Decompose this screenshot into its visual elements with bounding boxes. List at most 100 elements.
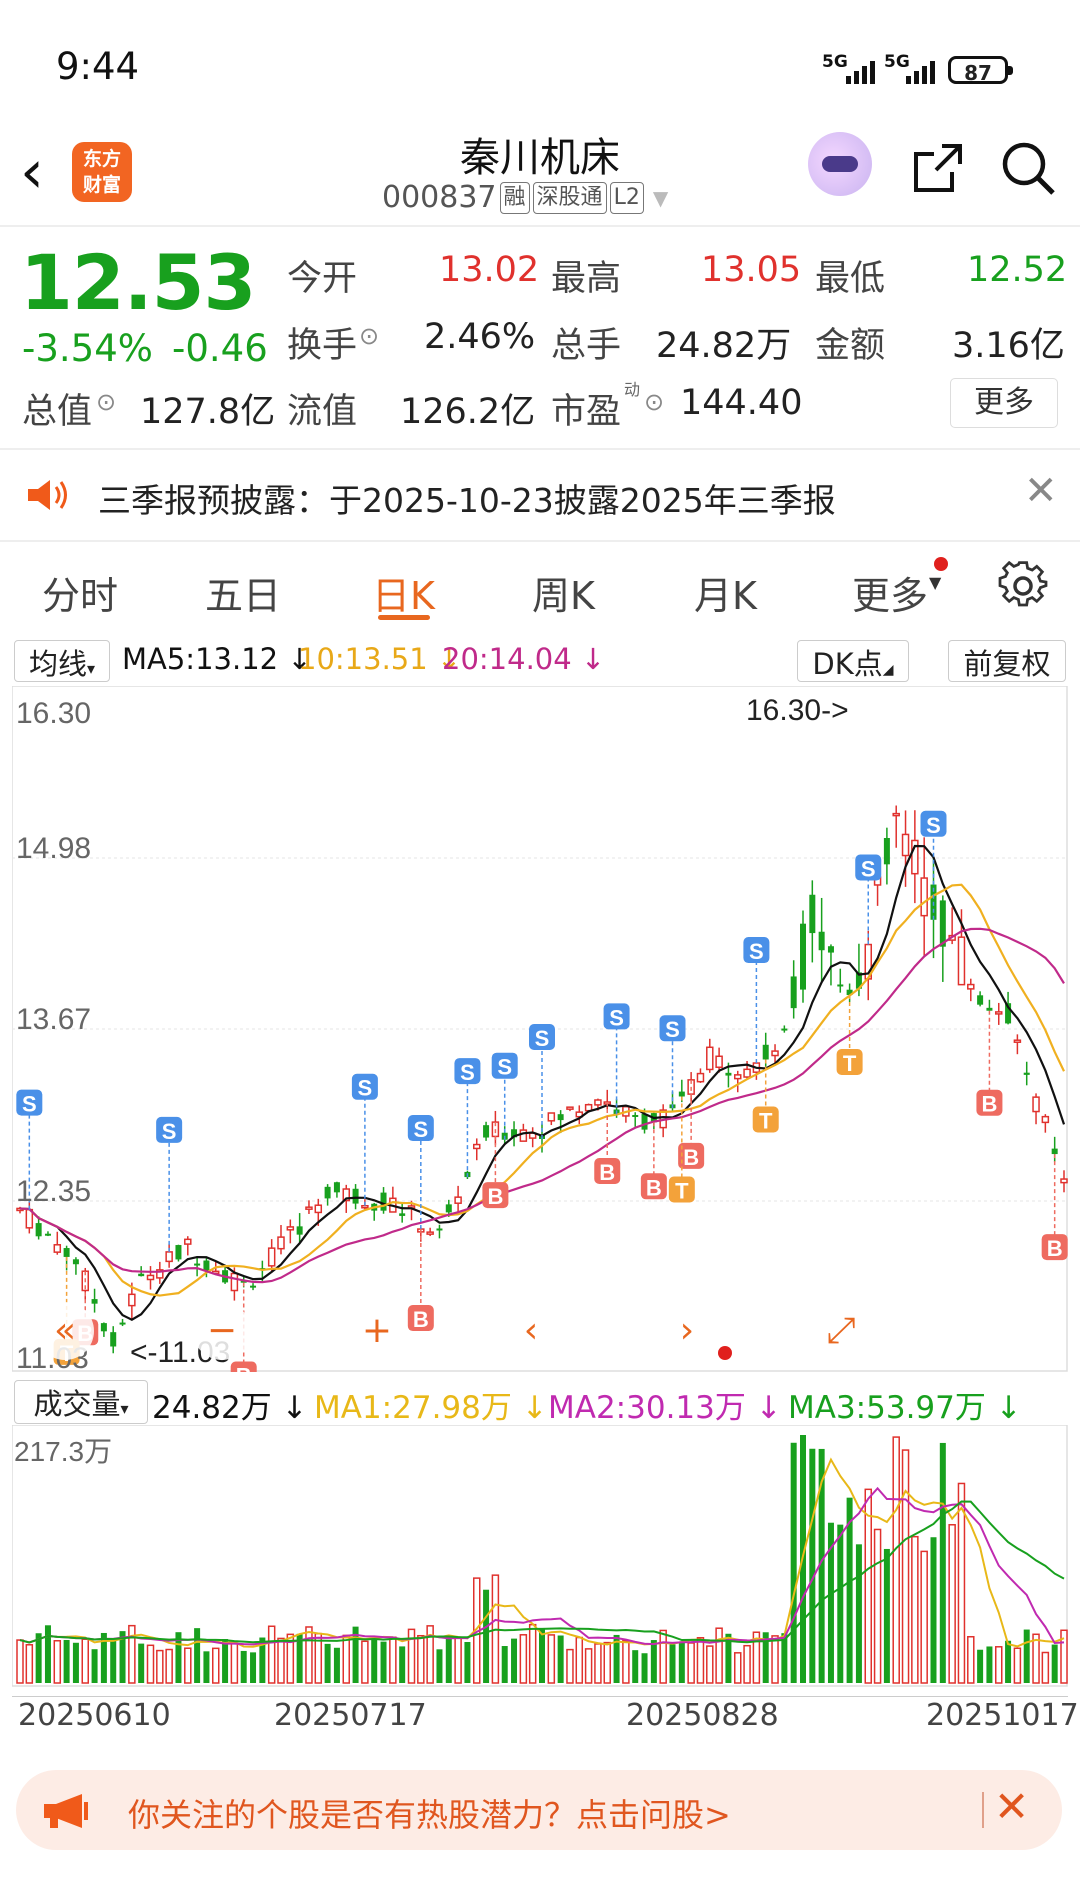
volume-select-label: 成交量 — [33, 1387, 121, 1421]
volume-bar — [539, 1627, 545, 1683]
volume-bar — [584, 1648, 593, 1684]
volume-bar — [63, 1639, 70, 1683]
fullscreen-button[interactable]: ⤢ — [812, 1302, 870, 1360]
mcap-label: 总值 — [22, 392, 93, 432]
close-icon[interactable]: ✕ — [1024, 468, 1058, 514]
zoom-out-button[interactable]: − — [193, 1302, 251, 1360]
volume-ma1: MA1:27.98万 ↓ — [314, 1390, 548, 1426]
volume-bar — [53, 1640, 62, 1684]
date-axis — [12, 1686, 1068, 1697]
signal-icon-1 — [846, 58, 875, 84]
volume-bar — [547, 1634, 556, 1684]
volume-bar — [361, 1640, 369, 1684]
float-value: 126.2亿 — [400, 392, 536, 432]
stock-header: ‹ 东方 财富 秦川机床 000837 融 深股通 L2 ▼ — [0, 120, 1080, 227]
tab-more[interactable]: 更多 — [852, 565, 928, 620]
period-tabs: 分时 五日 日K 周K 月K 更多 ▼ — [0, 545, 1080, 635]
svg-text:B: B — [413, 1307, 429, 1332]
pe-value: 144.40 — [680, 383, 803, 423]
volume-ma2: MA2:30.13万 ↓ — [548, 1390, 782, 1426]
volume-bar — [911, 1535, 919, 1684]
next-button[interactable]: › — [658, 1302, 716, 1360]
volume-chart[interactable]: 217.3万 — [12, 1425, 1068, 1687]
svg-text:B: B — [981, 1092, 997, 1117]
volume-bar — [986, 1646, 993, 1683]
y-label-3: 13.67 — [16, 1003, 91, 1036]
svg-text:S: S — [535, 1026, 550, 1051]
volume-bar — [1005, 1640, 1012, 1683]
prev-button[interactable]: ‹ — [502, 1302, 560, 1360]
svg-text:S: S — [460, 1060, 475, 1085]
pe-dynamic-mark: 动 — [624, 380, 641, 399]
volume-bar — [687, 1642, 695, 1684]
tab-daily-k[interactable]: 日K — [372, 565, 435, 620]
volume-bar — [250, 1652, 257, 1683]
info-icon[interactable]: ⊙ — [359, 322, 379, 350]
volume-bar — [342, 1634, 350, 1684]
volume-bar — [371, 1639, 378, 1683]
y-label-top: 16.30 — [16, 697, 91, 730]
active-tab-indicator — [378, 615, 430, 620]
svg-text:B: B — [599, 1160, 615, 1185]
volume-bar — [128, 1624, 136, 1684]
volume-select[interactable]: 成交量▾ — [14, 1380, 148, 1424]
volume-bar — [305, 1626, 313, 1684]
volume-bar — [324, 1643, 331, 1683]
zoom-in-button[interactable]: + — [348, 1302, 406, 1360]
tab-5day[interactable]: 五日 — [205, 565, 281, 620]
share-icon[interactable] — [912, 142, 964, 194]
stock-code-row[interactable]: 000837 融 深股通 L2 ▼ — [382, 180, 668, 215]
volume-bar — [417, 1634, 425, 1684]
volume-bar — [277, 1637, 285, 1684]
tab-monthly-k[interactable]: 月K — [694, 565, 757, 620]
volume-max-label: 217.3万 — [14, 1436, 112, 1467]
volume-bar — [528, 1623, 537, 1684]
volume-bar — [696, 1637, 705, 1684]
kline-chart[interactable]: SSSSSSSSSSSSBBBBBBBBBTTTT 16.30 14.98 13… — [12, 686, 1068, 1372]
volume-bar — [399, 1646, 406, 1683]
high-mark: 16.30-> — [746, 694, 849, 727]
info-icon[interactable]: ⊙ — [96, 388, 116, 416]
ma-select-label: 均线 — [28, 647, 87, 681]
tab-intraday[interactable]: 分时 — [42, 565, 118, 620]
close-icon[interactable]: ✕ — [994, 1782, 1029, 1831]
search-icon[interactable] — [1000, 140, 1058, 198]
volume-bar — [16, 1639, 24, 1684]
candle — [175, 1244, 182, 1262]
tab-weekly-k[interactable]: 周K — [532, 565, 595, 620]
volume-bar — [706, 1645, 714, 1684]
svg-text:B: B — [646, 1175, 662, 1200]
notice-bar[interactable]: 三季报预披露：于2025-10-23披露2025年三季报 ✕ — [0, 448, 1080, 542]
alert-dot-icon — [718, 1346, 732, 1360]
volume-bar — [454, 1636, 462, 1684]
volume-bar — [165, 1648, 173, 1684]
current-price: 12.53 — [20, 238, 256, 327]
volume-bar — [622, 1640, 630, 1684]
adjust-button[interactable]: 前复权 — [948, 640, 1066, 682]
svg-text:S: S — [926, 813, 941, 838]
volume-bar — [1013, 1647, 1022, 1684]
volume-bar — [1051, 1644, 1058, 1683]
svg-text:S: S — [665, 1017, 680, 1042]
volume-bar — [445, 1636, 452, 1683]
ask-stock-banner[interactable]: 你关注的个股是否有热股潜力？点击问股> ✕ — [16, 1770, 1062, 1850]
volume-bar — [25, 1644, 34, 1684]
dk-point-button[interactable]: DK点◢ — [797, 640, 909, 682]
divider — [982, 1792, 984, 1828]
volume-bar — [380, 1641, 387, 1683]
volume-bar — [939, 1442, 946, 1683]
date-label-4: 20251017 — [926, 1698, 1079, 1733]
rewind-button[interactable]: « — [36, 1302, 94, 1360]
volume-bar — [464, 1641, 471, 1683]
ma5-value: MA5:13.12 ↓ — [122, 642, 312, 676]
volume-bar — [483, 1589, 490, 1683]
more-button[interactable]: 更多 — [950, 378, 1058, 428]
pe-label: 市盈 — [551, 392, 622, 432]
info-icon[interactable]: ⊙ — [644, 388, 664, 416]
svg-text:T: T — [759, 1108, 773, 1133]
assistant-avatar-icon[interactable] — [808, 132, 872, 196]
ma-select[interactable]: 均线▾ — [14, 640, 110, 682]
volume-bar — [771, 1635, 779, 1684]
settings-gear-icon[interactable] — [998, 561, 1048, 611]
volume-bar — [650, 1640, 657, 1683]
